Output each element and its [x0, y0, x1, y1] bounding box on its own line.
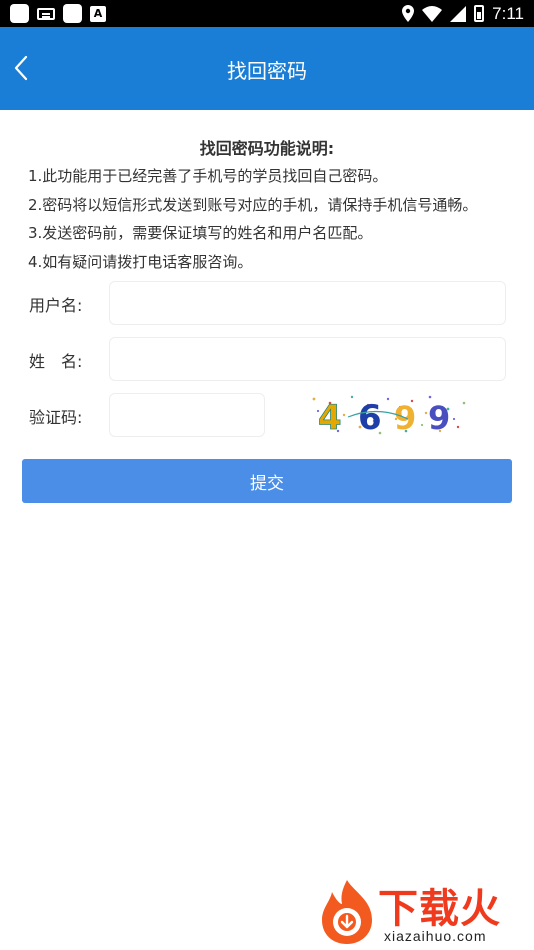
status-time: 7:11 — [492, 3, 524, 23]
watermark-url: xiazaihuo.com — [384, 928, 487, 944]
svg-text:6: 6 — [358, 398, 382, 437]
app-square-icon — [10, 4, 29, 23]
captcha-image[interactable]: 4 6 9 9 — [308, 391, 470, 437]
captcha-input[interactable] — [109, 393, 265, 437]
info-line: 2.密码将以短信形式发送到账号对应的手机，请保持手机信号通畅。 — [28, 196, 478, 214]
battery-icon — [474, 5, 485, 22]
font-a-icon: A — [90, 5, 106, 22]
wifi-icon — [422, 5, 443, 22]
flame-logo-icon — [322, 880, 372, 944]
username-input[interactable] — [109, 281, 506, 325]
status-right-icons: 7:11 — [402, 2, 524, 25]
nav-bar: 找回密码 — [0, 27, 534, 110]
submit-button[interactable]: 提交 — [22, 459, 512, 503]
svg-text:9: 9 — [428, 399, 450, 437]
svg-text:4: 4 — [318, 398, 342, 437]
location-icon — [402, 5, 415, 22]
username-label: 用户名: — [29, 296, 83, 315]
signal-icon — [450, 5, 467, 22]
watermark-logo: 下载火 xiazaihuo.com — [314, 878, 529, 946]
app-square-icon — [63, 4, 82, 23]
info-line: 4.如有疑问请拨打电话客服咨询。 — [28, 253, 253, 271]
info-line: 1.此功能用于已经完善了手机号的学员找回自己密码。 — [28, 167, 388, 185]
info-title: 找回密码功能说明: — [199, 139, 335, 158]
status-left-icons: A — [10, 4, 106, 23]
name-input[interactable] — [109, 337, 506, 381]
captcha-label: 验证码: — [29, 408, 83, 427]
keyboard-icon — [37, 7, 55, 20]
page-title: 找回密码 — [227, 59, 307, 83]
status-bar: A 7:11 — [0, 0, 534, 27]
watermark-brand: 下载火 — [378, 886, 501, 932]
info-line: 3.发送密码前，需要保证填写的姓名和用户名匹配。 — [28, 224, 373, 242]
name-label: 姓 名: — [29, 352, 83, 371]
